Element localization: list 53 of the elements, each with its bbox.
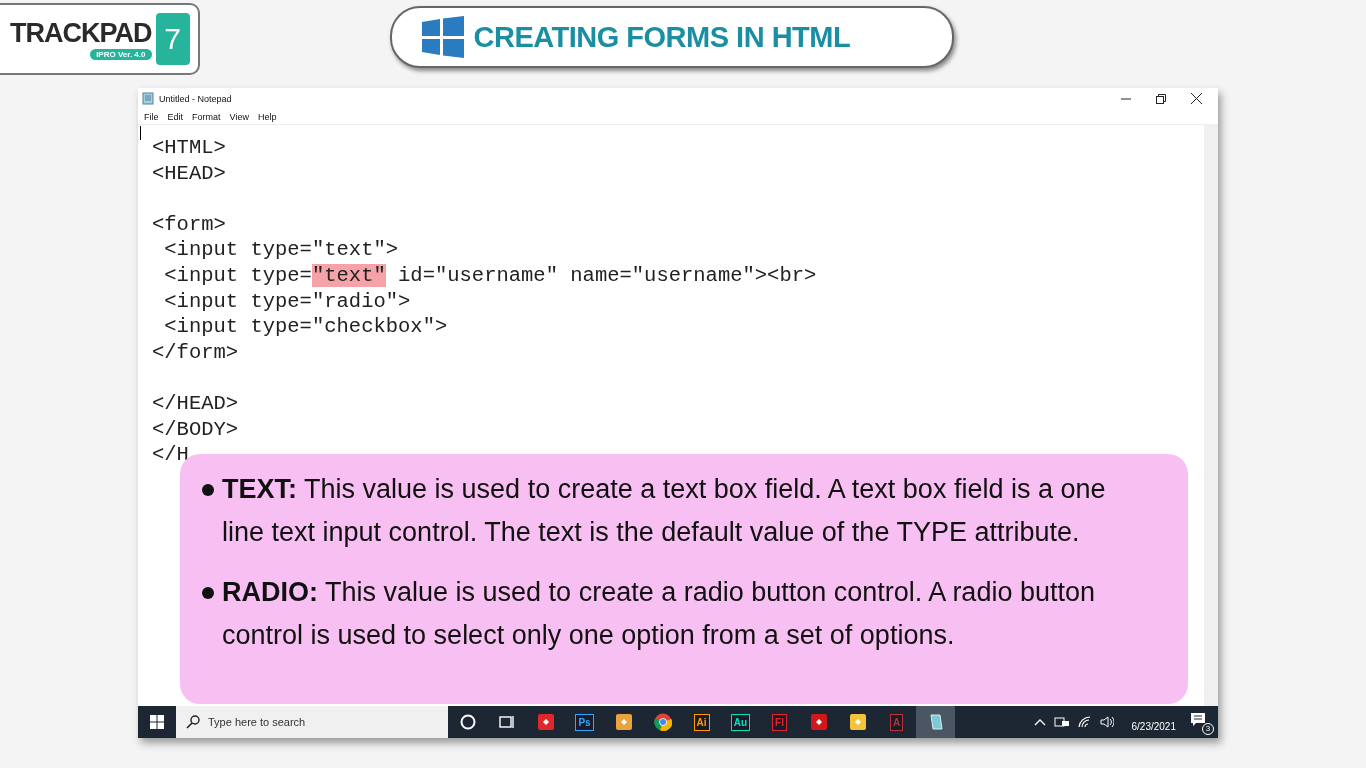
app-icon[interactable] (848, 713, 867, 731)
app-icon[interactable]: Ps (575, 713, 594, 731)
close-icon (1191, 93, 1202, 104)
code-text: <input type="text"> (163, 238, 399, 262)
app-icon[interactable] (809, 713, 828, 731)
code-text: </BODY> (152, 417, 239, 441)
circle-icon[interactable] (459, 714, 476, 730)
app-icon[interactable] (614, 713, 633, 731)
selected-text: "text" (311, 263, 386, 287)
menu-item[interactable]: Help (257, 111, 277, 122)
chevron-up-icon (1033, 718, 1046, 726)
edition-number: 7 (155, 13, 190, 65)
windows-logo-icon (421, 16, 464, 58)
code-text: <HEAD> (152, 161, 226, 185)
bullet-icon (202, 587, 214, 599)
notepad-icon (142, 92, 154, 105)
notification-icon (1190, 712, 1206, 728)
edition-badge: IPRO Ver. 4.0 (90, 48, 152, 60)
code-text: </form> (152, 340, 239, 364)
app-icon[interactable]: Ai (693, 713, 710, 731)
code-text: <input type="checkbox"> (163, 315, 448, 339)
logo-wordmark: TRACKPAD (10, 18, 152, 47)
menu-item[interactable]: Edit (167, 111, 184, 122)
menu-item[interactable]: Format (192, 111, 221, 122)
app-icon[interactable]: Fl (772, 713, 787, 731)
notification-count: 3 (1202, 723, 1214, 735)
code-text: <input type="radio"> (163, 289, 411, 313)
speaker-icon (1099, 716, 1114, 728)
code-text: </H (152, 443, 189, 467)
browser-icon[interactable] (653, 713, 672, 731)
task-view-icon[interactable] (498, 714, 515, 730)
bullet-text: TEXT: This value is used to create a text box field. A text box field is a one line text input control. The text is the default value of the TYPE attribute. (222, 473, 1107, 549)
code-text: </HEAD> (152, 391, 239, 415)
code-text: <HTML> (152, 136, 226, 159)
windows-logo-icon (150, 715, 164, 729)
code-text: <input type= (163, 263, 312, 287)
restore-icon (1156, 93, 1166, 104)
app-icon[interactable] (536, 713, 555, 731)
bullet-icon (202, 484, 214, 496)
clock-date: 6/23/2021 (1131, 720, 1176, 732)
search-field[interactable]: Type here to search (176, 706, 448, 738)
banner-title: CREATING FORMS IN HTML (473, 20, 851, 54)
wifi-icon (1077, 716, 1092, 728)
bullet-text: RADIO: This value is used to create a radio button control. A radio button control is used to select only one option from a set of options. (222, 576, 1096, 652)
text-cursor (140, 126, 141, 140)
menu-item[interactable]: View (229, 111, 249, 122)
search-icon (186, 715, 200, 729)
window-title: Untitled - Notepad (159, 93, 232, 104)
menu-item[interactable]: File (144, 111, 159, 122)
app-icon[interactable]: Au (730, 713, 751, 731)
network-icon (1053, 716, 1070, 728)
code-text: <form> (152, 212, 226, 236)
code-text: id="username" name="username"><br> (397, 263, 817, 287)
